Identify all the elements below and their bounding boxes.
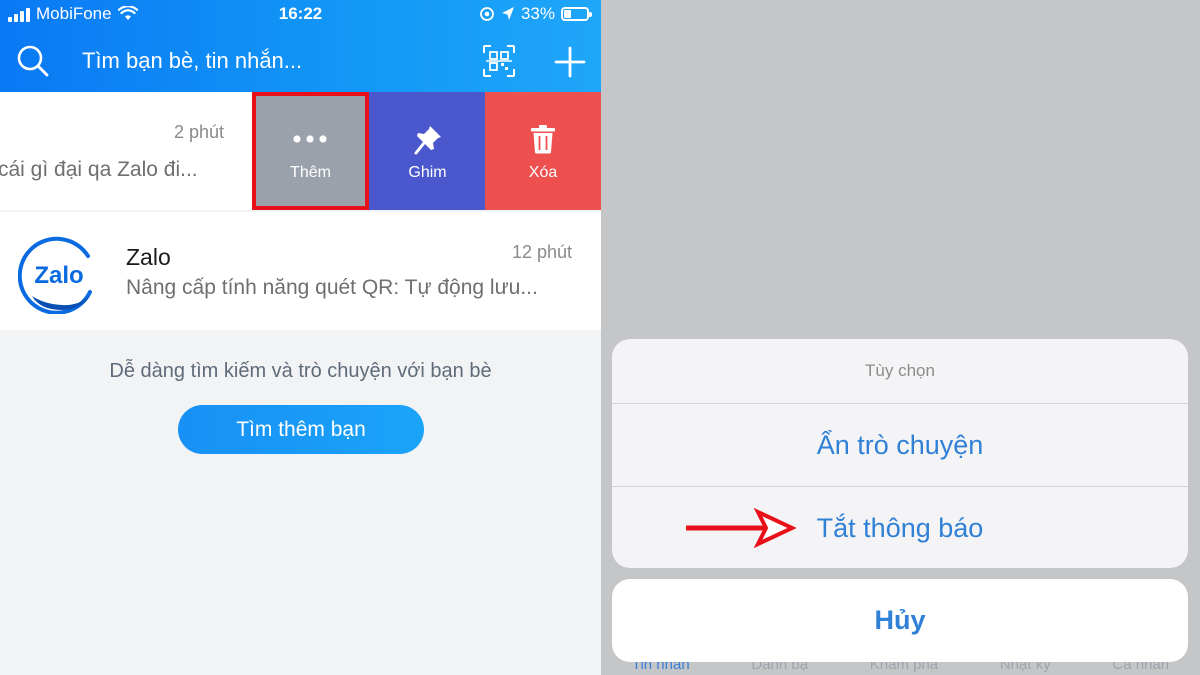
find-more-friends-button[interactable]: Tìm thêm bạn xyxy=(178,405,424,454)
delete-action-label: Xóa xyxy=(528,164,558,181)
pin-action-label: Ghim xyxy=(408,164,447,181)
delete-action-button[interactable]: Xóa xyxy=(485,92,601,210)
battery-level xyxy=(564,10,571,18)
qr-code-icon[interactable] xyxy=(482,44,516,78)
action-sheet-title: Tùy chọn xyxy=(865,361,935,380)
options-action-sheet-screen: Tin nhắn Danh bạ Khám phá Nhật ký Cá nhâ… xyxy=(601,0,1200,675)
empty-state-text: Dễ dàng tìm kiếm và trò chuyện với bạn b… xyxy=(109,360,492,382)
red-arrow-icon xyxy=(686,508,796,548)
search-input[interactable]: Tìm bạn bè, tin nhắn... xyxy=(82,48,302,74)
conversation-name: Zalo xyxy=(126,244,171,270)
app-header: MobiFone 16:22 33% Tìm bạn bè, tin nhắn.… xyxy=(0,0,601,92)
cancel-button[interactable]: Hủy xyxy=(612,579,1188,662)
conversation-preview: Nâng cấp tính năng quét QR: Tự động lưu.… xyxy=(126,276,538,299)
conversation-time: 2 phút xyxy=(174,122,225,142)
zalo-logo: Zalo xyxy=(18,236,92,314)
status-bar: MobiFone 16:22 33% xyxy=(0,0,601,28)
pin-icon xyxy=(414,126,441,155)
status-right: 33% xyxy=(479,4,592,24)
orientation-lock-icon xyxy=(480,7,494,21)
trash-icon xyxy=(531,125,555,154)
battery-icon xyxy=(561,7,592,21)
conversation-time: 12 phút xyxy=(512,242,573,262)
search-icon[interactable] xyxy=(16,44,50,78)
search-bar: Tìm bạn bè, tin nhắn... xyxy=(0,32,601,90)
pin-action-button[interactable]: Ghim xyxy=(369,92,486,210)
highlight-box xyxy=(252,92,369,210)
conversation-row-zalo[interactable]: Zalo Zalo 12 phút Nâng cấp tính năng qué… xyxy=(0,212,601,330)
location-icon xyxy=(501,7,514,20)
conversation-preview: cái gì đại qa Zalo đi... xyxy=(0,158,198,181)
zalo-chat-list-screen: MobiFone 16:22 33% Tìm bạn bè, tin nhắn.… xyxy=(0,0,601,675)
hide-conversation-option[interactable]: Ẩn trò chuyện xyxy=(612,404,1188,486)
svg-text:Zalo: Zalo xyxy=(34,262,83,289)
battery-percent: 33% xyxy=(520,4,555,23)
plus-icon[interactable] xyxy=(552,44,588,80)
